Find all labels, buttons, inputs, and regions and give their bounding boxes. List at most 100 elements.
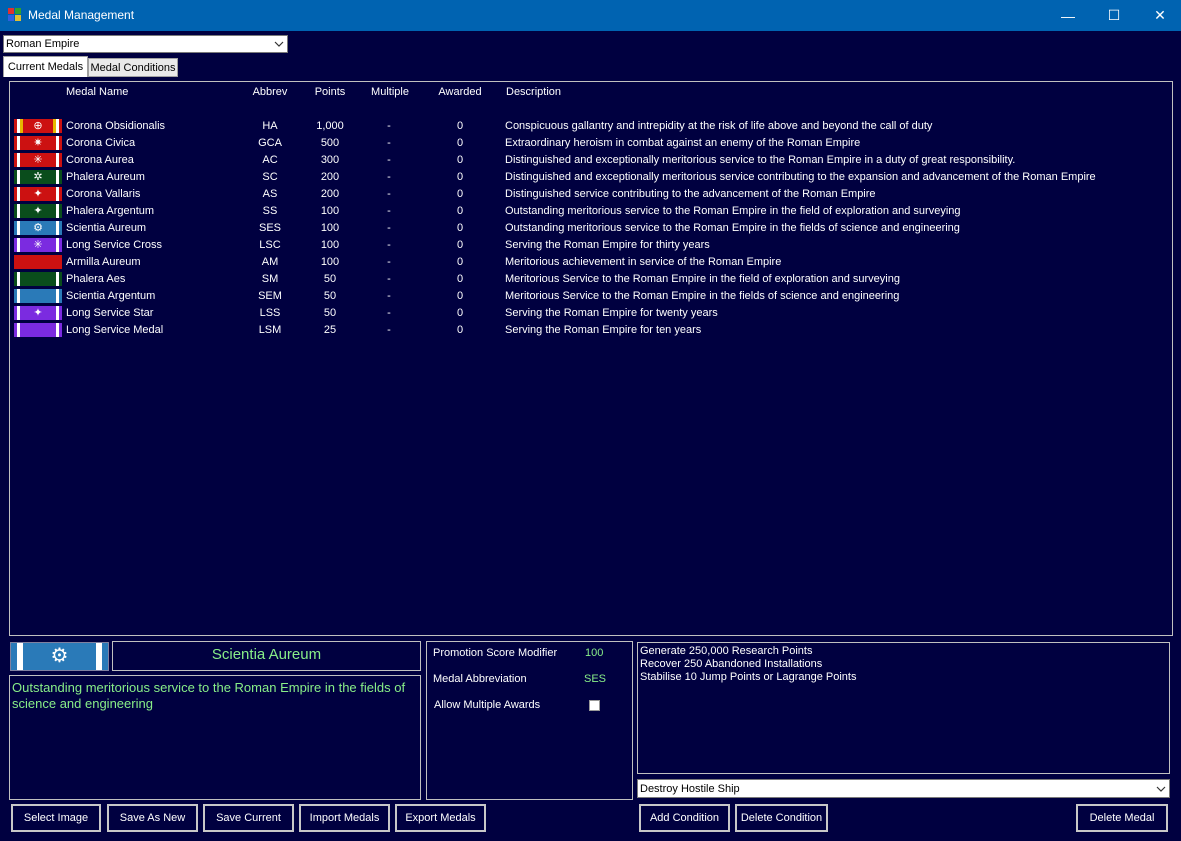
medal-description: Serving the Roman Empire for thirty year… [505,239,710,251]
medal-emblem-icon [31,272,45,286]
table-row[interactable]: ✳ Long Service Cross LSC 100 - 0 Serving the R… [14,237,1164,254]
condition-item[interactable]: Generate 250,000 Research Points [640,645,812,657]
table-row[interactable]: ✦ Long Service Star LSS 50 - 0 Serving the Rom… [14,305,1164,322]
tab-medal-conditions[interactable]: Medal Conditions [88,58,178,77]
table-row[interactable]: Phalera Aes SM 50 - 0 Meritorious Service to … [14,271,1164,288]
medal-emblem-icon [31,323,45,337]
allow-multiple-checkbox[interactable] [589,700,600,711]
medal-description: Meritorious achievement in service of th… [505,256,782,268]
selected-medal-description-box[interactable]: Outstanding meritorious service to the R… [9,675,421,800]
allow-multiple-label: Allow Multiple Awards [434,699,541,711]
medal-abbrev: LSS [259,307,281,319]
chevron-down-icon[interactable] [270,36,287,52]
column-header-points[interactable]: Points [310,86,350,98]
medal-name: Scientia Aureum [66,222,147,234]
medal-emblem-icon: ✳ [33,154,43,166]
medal-awarded: 0 [456,171,464,183]
medal-name: Phalera Aureum [66,171,145,183]
medal-name: Long Service Cross [66,239,162,251]
table-row[interactable]: ✳ Corona Aurea AC 300 - 0 Distinguished and ex… [14,152,1164,169]
medal-description: Serving the Roman Empire for ten years [505,324,702,336]
minimize-button[interactable]: — [1045,0,1091,31]
medal-points: 50 [323,290,337,302]
medal-description: Distinguished and exceptionally meritori… [505,154,1016,166]
medal-ribbon-icon [14,272,62,286]
app-icon [8,8,22,22]
table-row[interactable]: ⚙ Scientia Aureum SES 100 - 0 Outstanding meri… [14,220,1164,237]
medal-ribbon-icon: ✦ [14,306,62,320]
medal-emblem-icon: ✳ [33,239,43,251]
medal-awarded: 0 [456,154,464,166]
medal-ribbon-icon: ✦ [14,204,62,218]
condition-item[interactable]: Stabilise 10 Jump Points or Lagrange Poi… [640,671,856,683]
delete-medal-button[interactable]: Delete Medal [1076,804,1168,832]
medal-multiple: - [387,205,391,217]
medal-multiple: - [387,273,391,285]
promotion-score-value[interactable]: 100 [585,647,603,659]
medal-name: Corona Vallaris [66,188,141,200]
minimize-icon: — [1061,7,1075,24]
race-select[interactable]: Roman Empire [3,35,288,53]
medal-points: 100 [320,239,340,251]
table-row[interactable]: ⊕ Corona Obsidionalis HA 1,000 - 0 Conspicuous… [14,118,1164,135]
column-header-description[interactable]: Description [506,86,561,98]
selected-medal-description: Outstanding meritorious service to the R… [12,680,406,711]
medal-multiple: - [387,256,391,268]
medal-emblem-icon: ⊕ [33,120,43,132]
column-header-multiple[interactable]: Multiple [369,86,411,98]
medal-description: Distinguished and exceptionally meritori… [505,171,1096,183]
medal-ribbon-icon [14,289,62,303]
column-header-awarded[interactable]: Awarded [438,86,482,98]
title-bar: Medal Management — ☐ ✕ [0,0,1181,31]
medal-ribbon-icon: ✲ [14,170,62,184]
condition-list[interactable]: Generate 250,000 Research Points Recover… [637,642,1170,774]
medal-abbrev: AM [261,256,279,268]
medal-abbreviation-value[interactable]: SES [584,673,606,685]
table-row[interactable]: ✦ Phalera Argentum SS 100 - 0 Outstanding meri… [14,203,1164,220]
table-row[interactable]: Long Service Medal LSM 25 - 0 Serving the Rom… [14,322,1164,339]
medal-points: 25 [323,324,337,336]
medal-name: Corona Obsidionalis [66,120,166,132]
medal-points: 50 [323,273,337,285]
table-row[interactable]: Scientia Argentum SEM 50 - 0 Meritorious Serv… [14,288,1164,305]
medal-abbrev: LSM [258,324,282,336]
medal-awarded: 0 [456,239,464,251]
medal-abbrev: SM [261,273,279,285]
table-row[interactable]: ✦ Corona Vallaris AS 200 - 0 Distinguished ser… [14,186,1164,203]
medal-awarded: 0 [456,222,464,234]
medal-name: Scientia Argentum [66,290,156,302]
column-header-name[interactable]: Medal Name [66,86,128,98]
tab-current-medals[interactable]: Current Medals [3,56,88,77]
medal-name: Phalera Argentum [66,205,155,217]
medal-points: 300 [320,154,340,166]
maximize-button[interactable]: ☐ [1091,0,1137,31]
selected-medal-name-box[interactable]: Scientia Aureum [112,641,421,671]
export-medals-button[interactable]: Export Medals [395,804,486,832]
medal-multiple: - [387,171,391,183]
close-button[interactable]: ✕ [1137,0,1181,31]
medal-description: Outstanding meritorious service to the R… [505,205,961,217]
medal-abbrev: LSC [259,239,281,251]
table-row[interactable]: Armilla Aureum AM 100 - 0 Meritorious achieve… [14,254,1164,271]
add-condition-button[interactable]: Add Condition [639,804,730,832]
chevron-down-icon[interactable] [1152,780,1169,797]
medal-awarded: 0 [456,205,464,217]
medal-ribbon-icon: ✦ [14,187,62,201]
medal-abbrev: SEM [258,290,282,302]
medal-points: 100 [320,256,340,268]
save-as-new-button[interactable]: Save As New [107,804,198,832]
medal-description: Extraordinary heroism in combat against … [505,137,861,149]
select-image-button[interactable]: Select Image [11,804,101,832]
delete-condition-button[interactable]: Delete Condition [735,804,828,832]
medal-emblem-icon: ✷ [33,137,43,149]
column-header-abbrev[interactable]: Abbrev [250,86,290,98]
medal-ribbon-icon [14,323,62,337]
table-row[interactable]: ✲ Phalera Aureum SC 200 - 0 Distinguished and … [14,169,1164,186]
medal-multiple: - [387,307,391,319]
condition-item[interactable]: Recover 250 Abandoned Installations [640,658,822,670]
import-medals-button[interactable]: Import Medals [299,804,390,832]
window-title: Medal Management [28,8,135,22]
save-current-button[interactable]: Save Current [203,804,294,832]
condition-select[interactable]: Destroy Hostile Ship [637,779,1170,798]
table-row[interactable]: ✷ Corona Civica GCA 500 - 0 Extraordinary hero… [14,135,1164,152]
